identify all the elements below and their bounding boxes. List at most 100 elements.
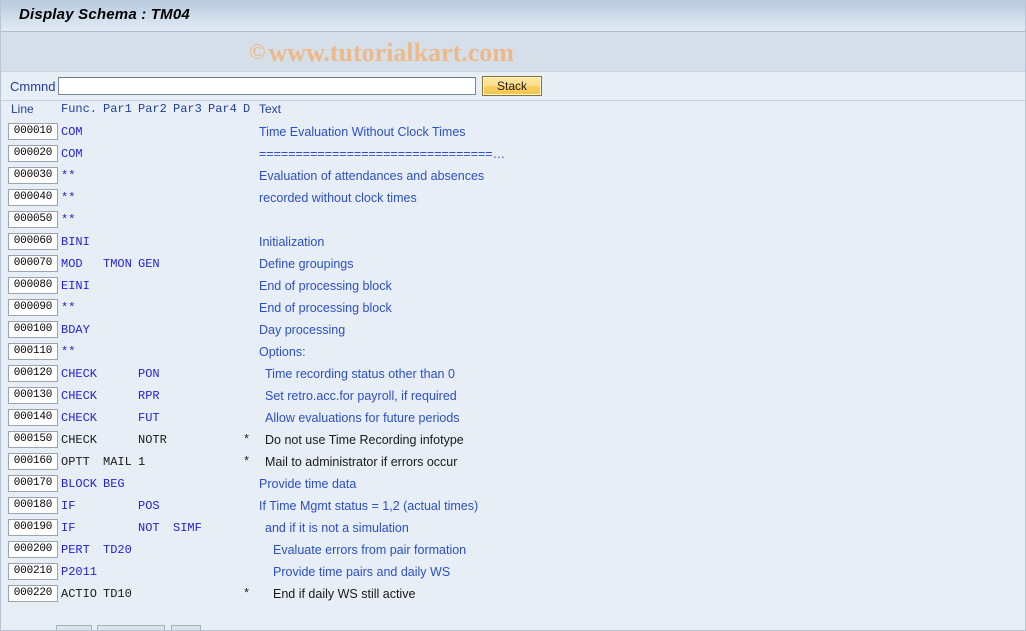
column-header-line: Line <box>11 102 34 116</box>
row-func: ** <box>61 213 76 227</box>
row-text: Options: <box>259 345 306 359</box>
row-line-number[interactable]: 000060 <box>8 233 58 250</box>
row-par2: RPR <box>138 389 160 403</box>
row-line-number[interactable]: 000140 <box>8 409 58 426</box>
table-row[interactable]: 000070 MOD TMON GEN Define groupings <box>1 254 1025 276</box>
column-header-text: Text <box>259 102 282 116</box>
row-func: BLOCK <box>61 477 98 491</box>
row-func: IF <box>61 499 76 513</box>
watermark-label: www.tutorialkart.com <box>268 38 514 67</box>
row-line-number[interactable]: 000200 <box>8 541 58 558</box>
command-input[interactable] <box>58 77 476 95</box>
row-text: End if daily WS still active <box>273 587 416 601</box>
table-row[interactable]: 000180 IF POS If Time Mgmt status = 1,2 (ac… <box>1 496 1025 518</box>
row-line-number[interactable]: 000190 <box>8 519 58 536</box>
row-par2: FUT <box>138 411 160 425</box>
table-row[interactable]: 000090 ** End of processing block <box>1 298 1025 320</box>
row-par1: BEG <box>103 477 125 491</box>
row-line-number[interactable]: 000090 <box>8 299 58 316</box>
row-func: CHECK <box>61 367 98 381</box>
row-line-number[interactable]: 000070 <box>8 255 58 272</box>
column-header-par4: Par4 <box>208 102 237 116</box>
row-par3: SIMF <box>173 521 202 535</box>
bottom-toolbar <box>1 620 1025 630</box>
row-par2: POS <box>138 499 160 513</box>
command-bar-divider <box>1 100 1025 101</box>
table-row[interactable]: 000190 IF NOT SIMF and if it is not a simula… <box>1 518 1025 540</box>
table-row[interactable]: 000200 PERT TD20 Evaluate errors from pair … <box>1 540 1025 562</box>
row-line-number[interactable]: 000170 <box>8 475 58 492</box>
schema-table: Line Func. Par1 Par2 Par3 Par4 D Text 00… <box>1 102 1025 606</box>
row-d-flag: * <box>243 433 251 447</box>
table-row[interactable]: 000120 CHECK PON Time recording status othe… <box>1 364 1025 386</box>
row-func: MOD <box>61 257 83 271</box>
row-func: ** <box>61 345 76 359</box>
window-title-bar: Display Schema : TM04 <box>1 0 1025 32</box>
row-par2: NOTR <box>138 433 167 447</box>
row-func: IF <box>61 521 76 535</box>
row-text: Evaluation of attendances and absences <box>259 169 485 183</box>
row-line-number[interactable]: 000020 <box>8 145 58 162</box>
row-line-number[interactable]: 000110 <box>8 343 58 360</box>
table-row[interactable]: 000140 CHECK FUT Allow evaluations for futu… <box>1 408 1025 430</box>
table-row[interactable]: 000040 ** recorded without clock times <box>1 188 1025 210</box>
row-line-number[interactable]: 000180 <box>8 497 58 514</box>
row-line-number[interactable]: 000120 <box>8 365 58 382</box>
row-func: EINI <box>61 279 90 293</box>
command-label: Cmmnd <box>10 79 56 94</box>
row-d-flag: * <box>243 587 251 601</box>
bottom-button-1[interactable] <box>56 625 92 630</box>
row-par2: PON <box>138 367 160 381</box>
row-line-number[interactable]: 000100 <box>8 321 58 338</box>
row-line-number[interactable]: 000150 <box>8 431 58 448</box>
row-func: BINI <box>61 235 90 249</box>
row-text: If Time Mgmt status = 1,2 (actual times) <box>259 499 479 513</box>
sap-display-schema-window: Display Schema : TM04 © www.tutorialkart.… <box>0 0 1026 631</box>
bottom-button-3[interactable] <box>171 625 201 630</box>
table-row[interactable]: 000170 BLOCK BEG Provide time data <box>1 474 1025 496</box>
row-line-number[interactable]: 000050 <box>8 211 58 228</box>
row-text: Day processing <box>259 323 346 337</box>
row-par1: TD20 <box>103 543 132 557</box>
row-line-number[interactable]: 000210 <box>8 563 58 580</box>
table-row[interactable]: 000050 ** <box>1 210 1025 232</box>
table-row[interactable]: 000020 COM ===============================… <box>1 144 1025 166</box>
row-func: COM <box>61 125 83 139</box>
row-text: End of processing block <box>259 279 392 293</box>
table-row[interactable]: 000010 COM Time Evaluation Without Clock T… <box>1 122 1025 144</box>
row-line-number[interactable]: 000220 <box>8 585 58 602</box>
row-text: Initialization <box>259 235 325 249</box>
table-row[interactable]: 000030 ** Evaluation of attendances and ab… <box>1 166 1025 188</box>
table-row[interactable]: 000060 BINI Initialization <box>1 232 1025 254</box>
table-row[interactable]: 000220 ACTIO TD10 * End if daily WS still ac… <box>1 584 1025 606</box>
row-line-number[interactable]: 000030 <box>8 167 58 184</box>
row-line-number[interactable]: 000160 <box>8 453 58 470</box>
row-func: OPTT <box>61 455 90 469</box>
row-line-number[interactable]: 000080 <box>8 277 58 294</box>
row-line-number[interactable]: 000010 <box>8 123 58 140</box>
row-par2: NOT <box>138 521 160 535</box>
table-row[interactable]: 000130 CHECK RPR Set retro.acc.for payroll,… <box>1 386 1025 408</box>
row-func: ACTIO <box>61 587 98 601</box>
row-func: ** <box>61 191 76 205</box>
table-row[interactable]: 000110 ** Options: <box>1 342 1025 364</box>
row-text: Do not use Time Recording infotype <box>265 433 464 447</box>
bottom-button-2[interactable] <box>97 625 165 630</box>
table-row[interactable]: 000080 EINI End of processing block <box>1 276 1025 298</box>
row-text: Time recording status other than 0 <box>265 367 455 381</box>
row-text: Set retro.acc.for payroll, if required <box>265 389 457 403</box>
stack-button[interactable]: Stack <box>482 76 542 96</box>
table-row[interactable]: 000210 P2011 Provide time pairs and daily … <box>1 562 1025 584</box>
row-text: ================================… <box>259 147 506 161</box>
row-text: Mail to administrator if errors occur <box>265 455 458 469</box>
row-par1: MAIL <box>103 455 132 469</box>
row-line-number[interactable]: 000130 <box>8 387 58 404</box>
row-func: ** <box>61 301 76 315</box>
row-text: Time Evaluation Without Clock Times <box>259 125 466 139</box>
table-row[interactable]: 000100 BDAY Day processing <box>1 320 1025 342</box>
row-func: PERT <box>61 543 90 557</box>
table-row[interactable]: 000150 CHECK NOTR * Do not use Time Recordin… <box>1 430 1025 452</box>
row-line-number[interactable]: 000040 <box>8 189 58 206</box>
table-row[interactable]: 000160 OPTT MAIL 1 * Mail to administrator if… <box>1 452 1025 474</box>
copyright-icon: © <box>249 39 266 64</box>
